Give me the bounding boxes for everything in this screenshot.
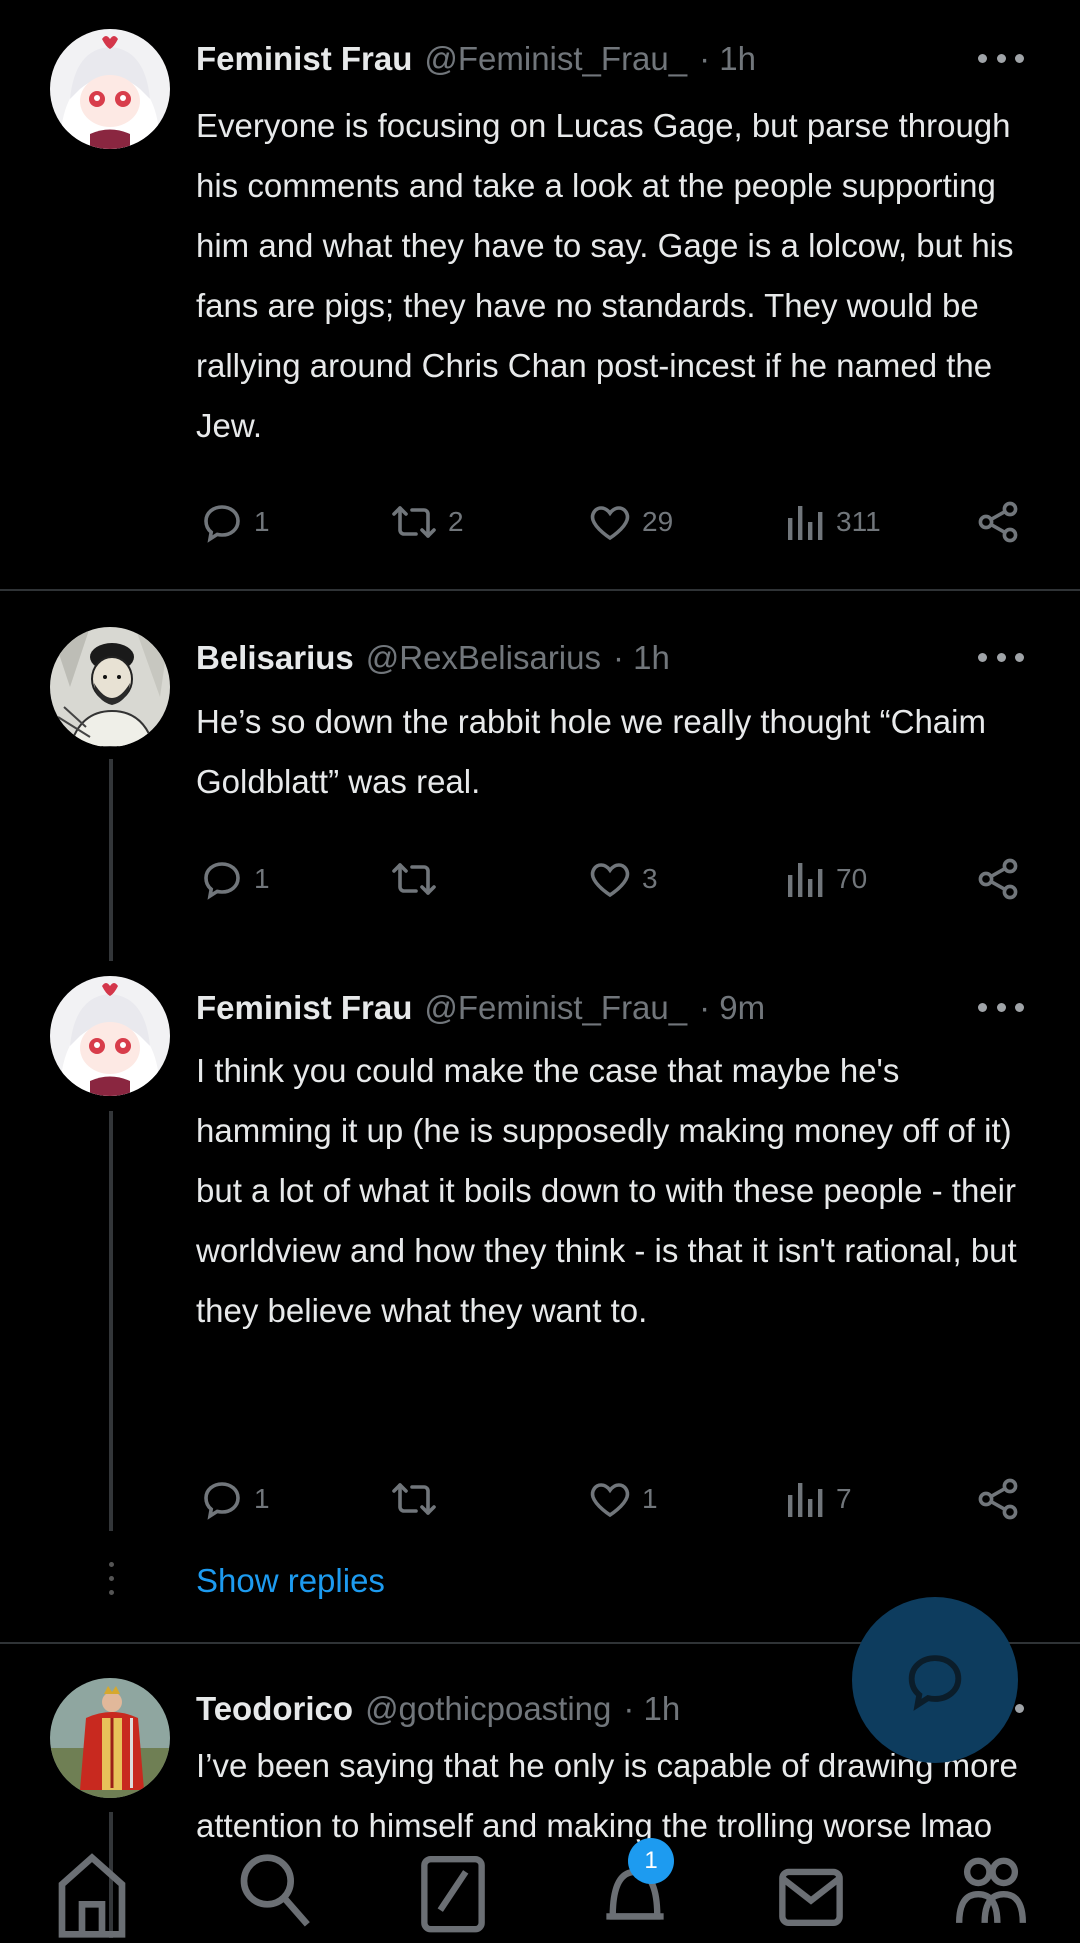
reply-count: 1 xyxy=(254,506,270,537)
heart-icon xyxy=(590,863,630,898)
home-icon xyxy=(58,1853,126,1938)
show-replies-link[interactable]: Show replies xyxy=(196,1562,385,1600)
view-count: 70 xyxy=(836,863,868,894)
tweet-header: Belisarius @RexBelisarius · 1h xyxy=(196,633,670,683)
reply-button[interactable]: 1 xyxy=(198,492,270,552)
tweet-actions: 1 2 29 311 xyxy=(196,492,1036,552)
reply-count: 1 xyxy=(254,1483,270,1514)
repost-count: 2 xyxy=(448,506,464,537)
display-name[interactable]: Feminist Frau xyxy=(196,40,412,78)
like-button[interactable]: 29 xyxy=(586,492,673,552)
user-handle[interactable]: @gothicpoasting xyxy=(365,1690,611,1728)
like-button[interactable]: 3 xyxy=(586,849,658,909)
display-name[interactable]: Feminist Frau xyxy=(196,989,412,1027)
user-handle[interactable]: @RexBelisarius xyxy=(366,639,601,677)
tweet-header: Feminist Frau @Feminist_Frau_ · 9m xyxy=(196,983,765,1033)
tweet-header: Teodorico @gothicpoasting · 1h xyxy=(196,1684,680,1734)
share-button[interactable] xyxy=(974,849,1022,909)
tweet-text: Everyone is focusing on Lucas Gage, but … xyxy=(196,107,1014,444)
repost-button[interactable]: 2 xyxy=(388,492,464,552)
search-icon xyxy=(240,1854,310,1927)
speech-bubble-icon xyxy=(204,862,240,900)
heart-icon xyxy=(590,506,630,541)
display-name[interactable]: Belisarius xyxy=(196,639,354,677)
like-button[interactable]: 1 xyxy=(586,1469,658,1529)
heart-icon xyxy=(590,1483,630,1518)
avatar-feminist-frau[interactable] xyxy=(50,976,170,1096)
reply-count: 1 xyxy=(254,863,270,894)
mail-icon xyxy=(779,1868,843,1927)
avatar-feminist-frau[interactable] xyxy=(50,29,170,149)
repost-arrows-icon xyxy=(392,863,436,895)
timestamp[interactable]: · 1h xyxy=(699,40,756,78)
share-nodes-icon xyxy=(978,501,1018,543)
repost-arrows-icon xyxy=(392,506,436,538)
tweet-text: He’s so down the rabbit hole we really t… xyxy=(196,703,986,800)
like-count: 29 xyxy=(642,506,674,537)
share-button[interactable] xyxy=(974,492,1022,552)
more-horizontal-icon[interactable] xyxy=(978,987,1024,1027)
bar-chart-icon xyxy=(788,863,823,897)
like-count: 3 xyxy=(642,863,658,894)
avatar-teodorico[interactable] xyxy=(50,1678,170,1798)
compose-reply-icon xyxy=(908,1655,962,1711)
nav-messages[interactable] xyxy=(776,1844,846,1943)
speech-bubble-icon xyxy=(204,1482,240,1520)
people-icon xyxy=(956,1857,1026,1923)
tweet-actions: 1 3 70 xyxy=(196,849,1036,909)
repost-button[interactable] xyxy=(388,1469,448,1529)
reply-button[interactable]: 1 xyxy=(198,1469,270,1529)
timestamp[interactable]: · 1h xyxy=(613,639,670,677)
more-horizontal-icon[interactable] xyxy=(978,38,1024,78)
thread-line xyxy=(109,759,113,961)
share-nodes-icon xyxy=(978,858,1018,900)
nav-search[interactable] xyxy=(234,1844,314,1943)
bar-chart-icon xyxy=(788,506,823,540)
compose-reply-button[interactable] xyxy=(852,1597,1018,1763)
tweet-header: Feminist Frau @Feminist_Frau_ · 1h xyxy=(196,34,756,84)
avatar-belisarius[interactable] xyxy=(50,627,170,747)
tweet-actions: 1 1 7 xyxy=(196,1469,1036,1529)
notifications-badge: 1 xyxy=(628,1838,674,1884)
like-count: 1 xyxy=(642,1483,658,1514)
thread-line xyxy=(109,1111,113,1531)
tweet-2[interactable]: Belisarius @RexBelisarius · 1h He’s so d… xyxy=(0,591,1080,969)
more-horizontal-icon[interactable] xyxy=(978,637,1024,677)
reply-button[interactable]: 1 xyxy=(198,849,270,909)
nav-communities[interactable] xyxy=(956,1844,1026,1943)
bottom-navigation xyxy=(0,1826,1080,1938)
views-button[interactable]: 7 xyxy=(784,1469,852,1529)
timestamp[interactable]: · 1h xyxy=(623,1690,680,1728)
share-nodes-icon xyxy=(978,1478,1018,1520)
display-name[interactable]: Teodorico xyxy=(196,1690,353,1728)
tweet-3[interactable]: Feminist Frau @Feminist_Frau_ · 9m I thi… xyxy=(0,969,1080,1641)
thread-continuation-dots xyxy=(109,1562,114,1604)
edit-icon xyxy=(421,1856,485,1933)
speech-bubble-icon xyxy=(204,505,240,543)
user-handle[interactable]: @Feminist_Frau_ xyxy=(424,40,687,78)
share-button[interactable] xyxy=(974,1469,1022,1529)
view-count: 7 xyxy=(836,1483,852,1514)
tweet-text: I think you could make the case that may… xyxy=(196,1052,1017,1329)
bar-chart-icon xyxy=(788,1483,823,1517)
repost-arrows-icon xyxy=(392,1483,436,1515)
nav-home[interactable] xyxy=(52,1844,132,1943)
repost-button[interactable] xyxy=(388,849,448,909)
tweet-1[interactable]: Feminist Frau @Feminist_Frau_ · 1h Every… xyxy=(0,0,1080,590)
views-button[interactable]: 311 xyxy=(784,492,881,552)
user-handle[interactable]: @Feminist_Frau_ xyxy=(424,989,687,1027)
nav-compose[interactable] xyxy=(418,1844,488,1943)
view-count: 311 xyxy=(836,506,881,537)
timestamp[interactable]: · 9m xyxy=(699,989,765,1027)
views-button[interactable]: 70 xyxy=(784,849,867,909)
